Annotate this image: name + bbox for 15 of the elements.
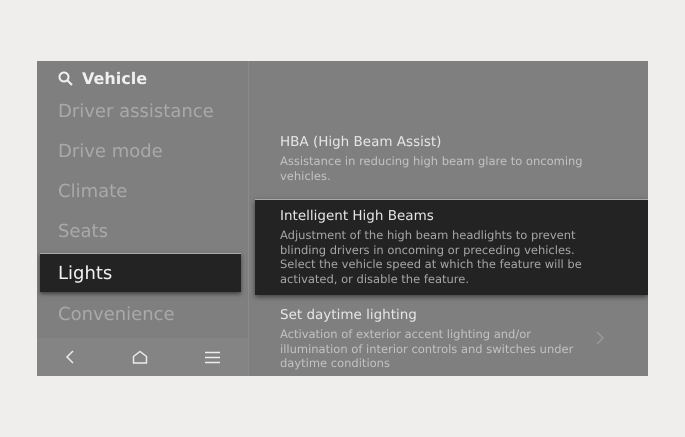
setting-item[interactable]: HBA (High Beam Assist) Assistance in reducing high beam glare to oncoming vehicles. — [255, 126, 648, 195]
setting-description: Activation of exterior accent lighting and/or illumination of interior controls and switches under daytime conditions — [280, 327, 574, 370]
sidebar-item[interactable]: Lights — [40, 253, 241, 292]
setting-title: Intelligent High Beams — [280, 207, 435, 226]
search-icon[interactable] — [58, 70, 73, 86]
search-title: Vehicle — [82, 68, 148, 88]
setting-title: Set daytime lighting — [280, 306, 418, 325]
setting-title: HBA (High Beam Assist) — [280, 133, 442, 152]
menu-icon[interactable] — [204, 350, 220, 364]
back-icon[interactable] — [65, 349, 76, 365]
setting-item[interactable] — [255, 199, 648, 295]
setting-description: Assistance in reducing high beam glare to oncoming vehicles. — [280, 154, 584, 183]
setting-description: Adjustment of the high beam headlights to prevent blinding drivers in oncoming or preceding vehicles. Select the vehicle speed at which the feature will be activated, or disable the feature. — [280, 228, 583, 286]
setting-item[interactable]: Set daytime lighting Activation of exterior accent lighting and/or illumination of interior controls and switches under daytime conditions — [255, 299, 648, 376]
home-icon[interactable] — [132, 350, 148, 364]
